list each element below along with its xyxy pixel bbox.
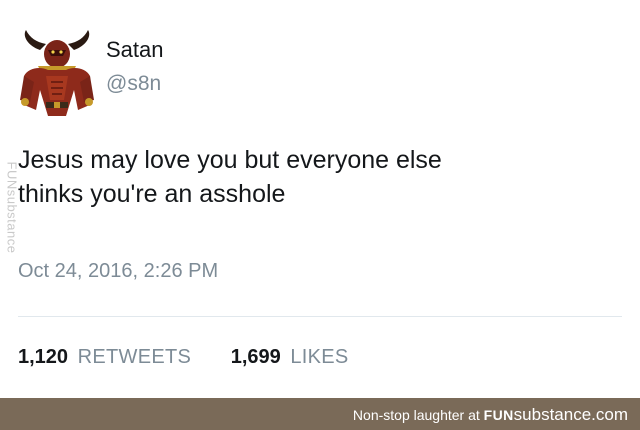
footer-watermark-bar: Non-stop laughter at FUNsubstance.com [0,398,640,430]
likes-count: 1,699 [230,346,281,368]
footer-brand-rest: substance.com [513,405,628,424]
author-handle[interactable]: @s8n [106,71,164,97]
retweets-stat[interactable]: 1,120 RETWEETS [18,346,191,369]
side-watermark: FUNsubstance [4,161,20,254]
retweets-count: 1,120 [18,346,69,368]
tweet-text-line-2: thinks you're an asshole [18,180,286,208]
tweet-stats: 1,120 RETWEETS 1,699 LIKES [18,346,383,369]
tweet-text-line-1: Jesus may love you but everyone else [18,146,442,174]
horned-demon-avatar[interactable] [18,30,96,116]
likes-label: LIKES [290,346,349,368]
tweet-timestamp[interactable]: Oct 24, 2016, 2:26 PM [18,260,218,283]
footer-watermark-text: Non-stop laughter at FUNsubstance.com [353,405,628,425]
footer-tagline: Non-stop laughter at [352,407,484,423]
retweets-label: RETWEETS [77,346,192,368]
stats-divider [18,316,622,317]
author-display-name[interactable]: Satan [106,37,164,63]
footer-brand-bold: FUN [483,407,514,423]
tweet-text: Jesus may love you but everyone else thi… [18,143,618,211]
tweet-author[interactable]: Satan @s8n [106,37,164,97]
likes-stat[interactable]: 1,699 LIKES [231,346,349,369]
